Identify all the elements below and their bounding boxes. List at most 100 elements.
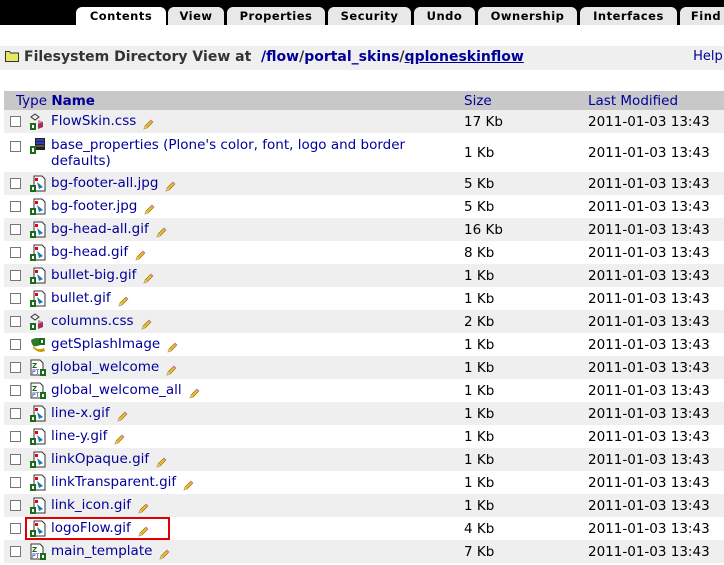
row-checkbox[interactable] bbox=[10, 523, 21, 534]
header-type[interactable]: Type bbox=[16, 93, 47, 109]
tab-undo[interactable]: Undo bbox=[414, 7, 475, 25]
table-row: bg-head-all.gif 16 Kb 2011-01-03 13:43 bbox=[4, 218, 724, 241]
table-row: bg-footer-all.jpg 5 Kb 2011-01-03 13:43 bbox=[4, 172, 724, 195]
edit-pencil-icon[interactable] bbox=[158, 549, 170, 561]
row-checkbox[interactable] bbox=[10, 431, 21, 442]
file-size: 17 Kb bbox=[464, 110, 588, 133]
file-link[interactable]: bullet.gif bbox=[51, 290, 111, 306]
tab-ownership[interactable]: Ownership bbox=[478, 7, 577, 25]
row-checkbox[interactable] bbox=[10, 116, 21, 127]
file-link[interactable]: columns.css bbox=[51, 313, 134, 329]
row-checkbox[interactable] bbox=[10, 500, 21, 511]
row-checkbox[interactable] bbox=[10, 270, 21, 281]
edit-pencil-icon[interactable] bbox=[116, 411, 128, 423]
edit-pencil-icon[interactable] bbox=[142, 119, 154, 131]
title-bar: Filesystem Directory View at /flow/porta… bbox=[0, 46, 724, 70]
file-link[interactable]: bg-footer.jpg bbox=[51, 198, 137, 214]
edit-pencil-icon[interactable] bbox=[155, 457, 167, 469]
svg-text:PT: PT bbox=[32, 553, 40, 560]
edit-pencil-icon[interactable] bbox=[164, 181, 176, 193]
file-link[interactable]: linkTransparent.gif bbox=[51, 474, 176, 490]
file-link[interactable]: global_welcome_all bbox=[51, 382, 182, 398]
table-row: bg-footer.jpg 5 Kb 2011-01-03 13:43 bbox=[4, 195, 724, 218]
row-checkbox[interactable] bbox=[10, 293, 21, 304]
file-size: 2 Kb bbox=[464, 310, 588, 333]
file-link[interactable]: line-y.gif bbox=[51, 428, 107, 444]
css-file-icon bbox=[29, 112, 47, 131]
header-size[interactable]: Size bbox=[464, 91, 588, 110]
image-file-icon bbox=[29, 474, 47, 492]
row-checkbox[interactable] bbox=[10, 408, 21, 419]
file-modified: 2011-01-03 13:43 bbox=[588, 264, 724, 287]
file-link[interactable]: bg-head-all.gif bbox=[51, 221, 149, 237]
edit-pencil-icon[interactable] bbox=[142, 273, 154, 285]
tab-security[interactable]: Security bbox=[328, 7, 411, 25]
file-modified: 2011-01-03 13:43 bbox=[588, 110, 724, 133]
row-checkbox[interactable] bbox=[10, 385, 21, 396]
header-name[interactable]: Name bbox=[51, 93, 95, 109]
row-checkbox[interactable] bbox=[10, 477, 21, 488]
file-link[interactable]: getSplashImage bbox=[51, 336, 160, 352]
properties-file-icon bbox=[29, 137, 47, 155]
file-size: 16 Kb bbox=[464, 218, 588, 241]
file-link[interactable]: link_icon.gif bbox=[51, 497, 131, 513]
edit-pencil-icon[interactable] bbox=[155, 227, 167, 239]
css-file-icon bbox=[29, 312, 47, 331]
edit-pencil-icon[interactable] bbox=[182, 480, 194, 492]
tab-contents[interactable]: Contents bbox=[76, 7, 166, 25]
file-modified: 2011-01-03 13:43 bbox=[588, 172, 724, 195]
file-link[interactable]: main_template bbox=[51, 543, 152, 559]
edit-pencil-icon[interactable] bbox=[188, 388, 200, 400]
tab-properties[interactable]: Properties bbox=[227, 7, 325, 25]
file-size: 1 Kb bbox=[464, 133, 588, 172]
file-link[interactable]: linkOpaque.gif bbox=[51, 451, 149, 467]
file-link[interactable]: FlowSkin.css bbox=[51, 113, 136, 129]
help-link[interactable]: Help! bbox=[693, 49, 724, 64]
edit-pencil-icon[interactable] bbox=[140, 319, 152, 331]
breadcrumb-flow[interactable]: /flow bbox=[261, 49, 299, 65]
file-modified: 2011-01-03 13:43 bbox=[588, 195, 724, 218]
svg-text:PT: PT bbox=[32, 369, 40, 376]
page-template-icon: Z PT bbox=[29, 382, 47, 400]
file-modified: 2011-01-03 13:43 bbox=[588, 517, 724, 540]
row-checkbox[interactable] bbox=[10, 247, 21, 258]
row-checkbox[interactable] bbox=[10, 140, 21, 152]
python-script-icon bbox=[29, 336, 47, 354]
file-link[interactable]: line-x.gif bbox=[51, 405, 110, 421]
edit-pencil-icon[interactable] bbox=[165, 365, 177, 377]
file-link[interactable]: logoFlow.gif bbox=[51, 520, 131, 536]
file-link[interactable]: bg-head.gif bbox=[51, 244, 128, 260]
row-checkbox[interactable] bbox=[10, 362, 21, 373]
file-link[interactable]: global_welcome bbox=[51, 359, 159, 375]
file-link[interactable]: bullet-big.gif bbox=[51, 267, 136, 283]
edit-pencil-icon[interactable] bbox=[113, 434, 125, 446]
tab-bar: Contents View Properties Security Undo O… bbox=[0, 0, 724, 25]
row-checkbox[interactable] bbox=[10, 454, 21, 465]
tab-view[interactable]: View bbox=[168, 7, 224, 25]
tab-find[interactable]: Find bbox=[680, 7, 724, 25]
breadcrumb-qploneskinflow[interactable]: qploneskinflow bbox=[405, 49, 524, 65]
row-checkbox[interactable] bbox=[10, 178, 21, 189]
edit-pencil-icon[interactable] bbox=[166, 342, 178, 354]
file-link[interactable]: bg-footer-all.jpg bbox=[51, 175, 158, 191]
row-checkbox[interactable] bbox=[10, 201, 21, 212]
edit-pencil-icon[interactable] bbox=[143, 204, 155, 216]
edit-pencil-icon[interactable] bbox=[137, 503, 149, 515]
file-link[interactable]: base_properties (Plone's color, font, lo… bbox=[51, 137, 405, 169]
row-checkbox[interactable] bbox=[10, 224, 21, 235]
tab-interfaces[interactable]: Interfaces bbox=[580, 7, 677, 25]
breadcrumb-portal-skins[interactable]: portal_skins bbox=[304, 49, 399, 65]
image-file-icon bbox=[29, 221, 47, 239]
table-row: bullet.gif 1 Kb 2011-01-03 13:43 bbox=[4, 287, 724, 310]
image-file-icon bbox=[29, 198, 47, 216]
file-modified: 2011-01-03 13:43 bbox=[588, 402, 724, 425]
header-modified[interactable]: Last Modified bbox=[588, 91, 724, 110]
file-size: 8 Kb bbox=[464, 241, 588, 264]
title-prefix: Filesystem Directory View at bbox=[24, 49, 252, 65]
row-checkbox[interactable] bbox=[10, 316, 21, 327]
edit-pencil-icon[interactable] bbox=[134, 250, 146, 262]
row-checkbox[interactable] bbox=[10, 339, 21, 350]
edit-pencil-icon[interactable] bbox=[137, 526, 149, 538]
row-checkbox[interactable] bbox=[10, 546, 21, 557]
edit-pencil-icon[interactable] bbox=[117, 296, 129, 308]
